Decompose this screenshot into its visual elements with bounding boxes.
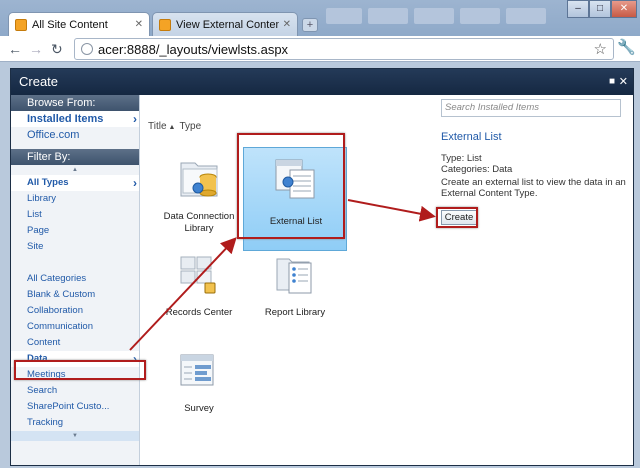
- bookmark-star-icon[interactable]: ☆: [594, 40, 607, 58]
- template-gallery: Title ▲ Type Data Connection Library Ext…: [141, 95, 431, 465]
- report-library-icon: [276, 258, 312, 294]
- back-arrow-icon[interactable]: ←: [8, 40, 22, 58]
- background-tab-blur: [506, 8, 546, 24]
- tile-report-library[interactable]: Report Library: [245, 243, 345, 337]
- minimize-button[interactable]: –: [567, 0, 589, 18]
- tile-data-connection-library[interactable]: Data Connection Library: [149, 147, 249, 241]
- sidebar-item-tracking[interactable]: Tracking: [11, 415, 139, 431]
- detail-title: External List: [441, 131, 502, 143]
- sidebar-item-collaboration[interactable]: Collaboration: [11, 303, 139, 319]
- detail-panel: Search Installed Items External List Typ…: [441, 95, 631, 465]
- sidebar-item-data[interactable]: Data ›: [11, 351, 139, 367]
- sidebar-item-sharepoint-custom[interactable]: SharePoint Custo...: [11, 399, 139, 415]
- tab-title: View External Content Ty...: [176, 18, 279, 31]
- sidebar-item-meetings[interactable]: Meetings: [11, 367, 139, 383]
- records-center-icon: [180, 256, 216, 294]
- dialog-header: Create ■ ✕: [11, 69, 633, 95]
- forward-arrow-icon[interactable]: →: [29, 40, 43, 58]
- tab-all-site-content[interactable]: All Site Content ✕: [8, 12, 150, 36]
- sidebar-item-installed-items[interactable]: Installed Items ›: [11, 111, 139, 127]
- scroll-up-icon[interactable]: ▲: [11, 165, 139, 175]
- close-dialog-icon[interactable]: ✕: [619, 69, 628, 95]
- filter-by-header: Filter By:: [11, 149, 139, 165]
- tile-label: Records Center: [165, 307, 233, 318]
- scroll-down-icon[interactable]: ▼: [11, 431, 139, 441]
- sharepoint-favicon-icon: [159, 18, 171, 31]
- new-tab-button[interactable]: +: [302, 18, 318, 32]
- search-installed-items-input[interactable]: Search Installed Items: [441, 99, 621, 117]
- detail-categories: Categories: Data: [441, 164, 513, 175]
- detail-type: Type: List: [441, 153, 482, 164]
- address-bar[interactable]: acer:8888/_layouts/viewlsts.aspx ☆: [74, 38, 614, 60]
- chevron-right-icon: ›: [133, 112, 137, 126]
- maximize-button[interactable]: □: [589, 0, 611, 18]
- sidebar-item-blank-custom[interactable]: Blank & Custom: [11, 287, 139, 303]
- tile-label: Report Library: [264, 307, 326, 318]
- tile-label: Data Connection Library: [163, 211, 235, 234]
- reload-icon[interactable]: ↻: [51, 40, 63, 58]
- tab-close-icon[interactable]: ✕: [283, 19, 291, 30]
- sharepoint-favicon-icon: [15, 18, 27, 31]
- dialog-title: Create: [19, 74, 59, 89]
- create-button[interactable]: Create: [441, 210, 477, 225]
- background-tab-blur: [368, 8, 408, 24]
- sort-ascending-icon: ▲: [168, 124, 176, 131]
- sidebar-item-label: Office.com: [27, 129, 80, 141]
- tile-label: Survey: [184, 403, 214, 414]
- sidebar-item-all-categories[interactable]: All Categories: [11, 271, 139, 287]
- sidebar-item-content[interactable]: Content: [11, 335, 139, 351]
- maximize-dialog-icon[interactable]: ■: [609, 69, 615, 95]
- background-tab-blur: [460, 8, 500, 24]
- sidebar-item-label: All Types: [27, 177, 69, 188]
- detail-description: Create an external list to view the data…: [441, 177, 626, 199]
- sidebar-item-library[interactable]: Library: [11, 191, 139, 207]
- wrench-icon[interactable]: 🔧: [617, 38, 636, 56]
- sort-by-type[interactable]: Type: [179, 121, 201, 132]
- tab-close-icon[interactable]: ✕: [135, 19, 143, 30]
- tab-view-external-content[interactable]: View External Content Ty... ✕: [152, 12, 298, 36]
- create-dialog: Create ■ ✕ Browse From: Installed Items …: [10, 68, 634, 466]
- filter-sidebar: Browse From: Installed Items › Office.co…: [11, 95, 140, 465]
- tile-records-center[interactable]: Records Center: [149, 243, 249, 337]
- tile-external-list[interactable]: External List: [243, 147, 347, 251]
- browser-toolbar: ← → ↻ acer:8888/_layouts/viewlsts.aspx ☆…: [0, 36, 640, 62]
- background-tab-blur: [414, 8, 454, 24]
- data-connection-library-icon: [180, 162, 218, 197]
- background-tab-blur: [326, 8, 362, 24]
- tile-label: External List: [269, 216, 323, 227]
- chevron-right-icon: ›: [133, 176, 137, 190]
- sidebar-item-page[interactable]: Page: [11, 223, 139, 239]
- sidebar-item-site[interactable]: Site: [11, 239, 139, 255]
- survey-icon: [180, 354, 214, 386]
- close-window-button[interactable]: ✕: [611, 0, 637, 18]
- external-list-icon: [275, 159, 315, 199]
- browse-from-header: Browse From:: [11, 95, 139, 111]
- globe-icon: [81, 43, 93, 55]
- sidebar-item-label: Data: [27, 353, 48, 364]
- sort-by-title[interactable]: Title: [148, 121, 167, 132]
- sidebar-item-office-com[interactable]: Office.com: [11, 127, 139, 143]
- sidebar-item-communication[interactable]: Communication: [11, 319, 139, 335]
- tile-survey[interactable]: Survey: [149, 339, 249, 433]
- tab-title: All Site Content: [32, 18, 108, 31]
- sidebar-item-search[interactable]: Search: [11, 383, 139, 399]
- chevron-right-icon: ›: [133, 352, 137, 366]
- sidebar-item-label: Installed Items: [27, 113, 104, 125]
- detail-meta: Type: List Categories: Data: [441, 153, 512, 175]
- sidebar-item-all-types[interactable]: All Types ›: [11, 175, 139, 191]
- sort-bar: Title ▲ Type: [148, 121, 201, 132]
- browser-tabstrip: All Site Content ✕ View External Content…: [0, 0, 640, 36]
- address-text: acer:8888/_layouts/viewlsts.aspx: [98, 41, 289, 57]
- sidebar-item-list[interactable]: List: [11, 207, 139, 223]
